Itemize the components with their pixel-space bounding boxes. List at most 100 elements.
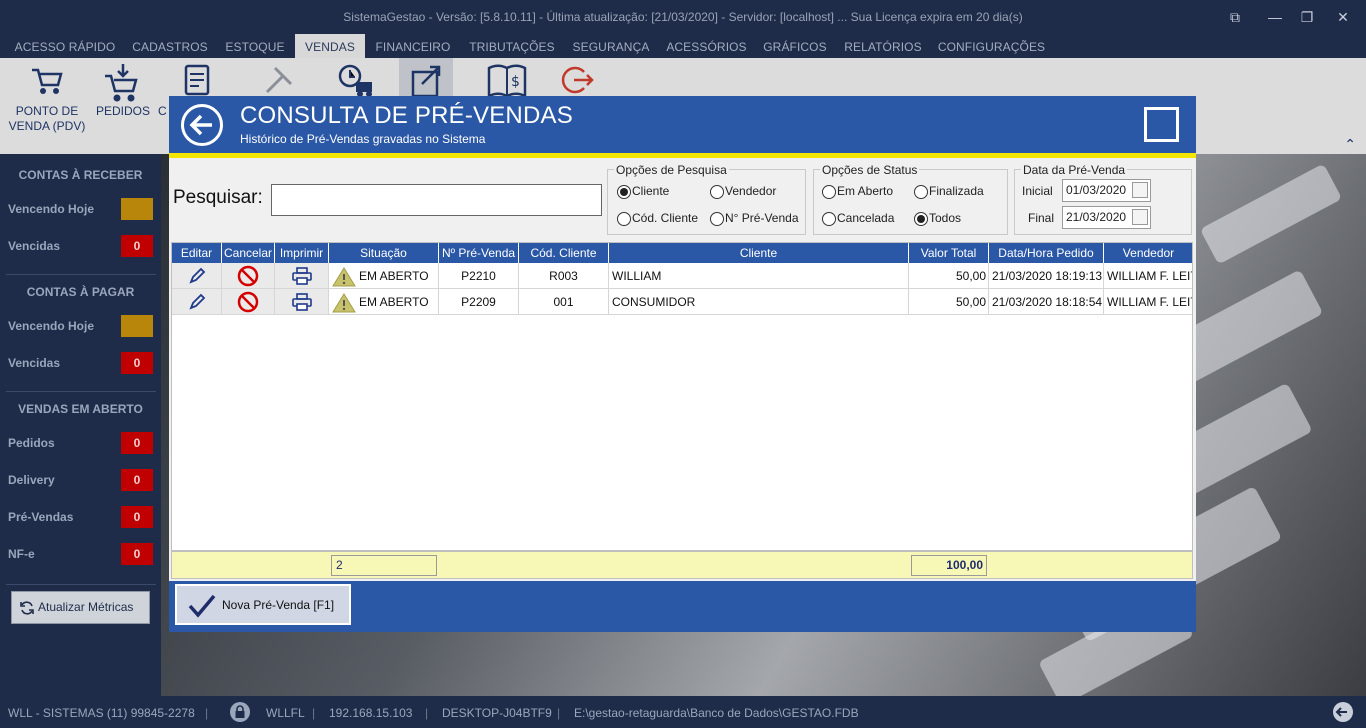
cart-down-icon (105, 64, 138, 102)
pre-vendas-row[interactable]: Pré-Vendas 0 (8, 506, 153, 528)
row-label: Vencidas (8, 356, 61, 370)
tab-cadastros[interactable]: CADASTROS (128, 34, 212, 58)
ribbon-label: VENDA (PDV) (8, 119, 86, 133)
search-input[interactable] (271, 184, 602, 216)
col-header[interactable]: Editar (172, 243, 222, 263)
warning-icon (332, 292, 356, 313)
valor-cell: 50,00 (909, 289, 989, 315)
nfe-row[interactable]: NF-e 0 (8, 543, 153, 565)
data-inicial-field[interactable]: 01/03/2020 (1062, 179, 1151, 202)
tab-configuracoes[interactable]: CONFIGURAÇÕES (936, 34, 1047, 58)
ponto-de-venda-button[interactable]: PONTO DE VENDA (PDV) (6, 58, 88, 154)
title-bar: SistemaGestao - Versão: [5.8.10.11] - Úl… (0, 0, 1366, 34)
col-header[interactable]: Valor Total (909, 243, 989, 263)
edit-button[interactable] (172, 289, 222, 315)
ribbon-label: PONTO DE (15, 104, 79, 118)
col-header[interactable]: Cancelar (222, 243, 275, 263)
count-badge: 0 (121, 315, 153, 337)
vendedor-cell: WILLIAM F. LEIT (1104, 263, 1192, 289)
minimize-button[interactable]: — (1262, 6, 1288, 28)
maximize-dialog-button[interactable] (1144, 107, 1179, 142)
group-title: Opções de Status (820, 163, 920, 177)
pagar-vencidas-row[interactable]: Vencidas 0 (8, 352, 153, 374)
count-badge: 0 (121, 543, 153, 565)
col-header[interactable]: Situação (329, 243, 439, 263)
tab-seguranca[interactable]: SEGURANÇA (568, 34, 654, 58)
final-label: Final (1028, 211, 1055, 225)
numero-cell: P2210 (439, 263, 519, 289)
receber-hoje-row[interactable]: Vencendo Hoje 0 (8, 198, 153, 220)
exit-icon[interactable] (1332, 701, 1354, 726)
cod-cliente-cell: R003 (519, 263, 609, 289)
delivery-row[interactable]: Delivery 0 (8, 469, 153, 491)
col-header[interactable]: Imprimir (275, 243, 329, 263)
chevron-up-icon[interactable]: ⌃ (1344, 136, 1356, 153)
prohibited-icon (237, 265, 259, 287)
arrow-left-icon (189, 114, 212, 136)
edit-button[interactable] (172, 263, 222, 289)
cancel-button[interactable] (222, 289, 275, 315)
row-label: Vencidas (8, 239, 61, 253)
status-ip: 192.168.15.103 (329, 706, 413, 720)
back-button[interactable] (181, 104, 223, 146)
col-header[interactable]: Cliente (609, 243, 909, 263)
col-header[interactable]: Cód. Cliente (519, 243, 609, 263)
valor-cell: 50,00 (909, 263, 989, 289)
group-title: Opções de Pesquisa (614, 163, 729, 177)
tab-acessorios[interactable]: ACESSÓRIOS (664, 34, 749, 58)
divider (6, 584, 156, 585)
pedidos-button[interactable]: PEDIDOS (94, 58, 152, 154)
col-header[interactable]: Data/Hora Pedido (989, 243, 1104, 263)
radio-cod-cliente[interactable]: Cód. Cliente (617, 212, 698, 226)
atualizar-metricas-button[interactable]: Atualizar Métricas (11, 591, 150, 624)
receber-vencidas-row[interactable]: Vencidas 0 (8, 235, 153, 257)
col-header[interactable]: Vendedor (1104, 243, 1192, 263)
cancel-button[interactable] (222, 263, 275, 289)
tab-relatorios[interactable]: RELATÓRIOS (841, 34, 925, 58)
calendar-icon[interactable] (1132, 182, 1148, 198)
close-button[interactable]: ✕ (1330, 6, 1356, 28)
pagar-hoje-row[interactable]: Vencendo Hoje 0 (8, 315, 153, 337)
row-label: Pré-Vendas (8, 510, 74, 524)
cliente-cell: WILLIAM (609, 263, 909, 289)
consulta-pre-vendas-dialog: CONSULTA DE PRÉ-VENDAS Histórico de Pré-… (169, 96, 1196, 632)
restore-icon[interactable]: ⧉ (1222, 6, 1248, 28)
pre-vendas-table: Editar Cancelar Imprimir Situação Nº Pré… (171, 242, 1193, 551)
col-header[interactable]: Nº Pré-Venda (439, 243, 519, 263)
calendar-icon[interactable] (1132, 209, 1148, 225)
tab-acesso-rapido[interactable]: ACESSO RÁPIDO (12, 34, 118, 58)
search-label: Pesquisar: (173, 187, 263, 208)
tab-graficos[interactable]: GRÁFICOS (759, 34, 831, 58)
tab-vendas[interactable]: VENDAS (295, 34, 365, 58)
print-button[interactable] (275, 289, 329, 315)
pedidos-row[interactable]: Pedidos 0 (8, 432, 153, 454)
radio-cancelada[interactable]: Cancelada (822, 212, 894, 226)
data-hora-cell: 21/03/2020 18:18:54 (989, 289, 1104, 315)
nova-pre-venda-button[interactable]: Nova Pré-Venda [F1] (175, 584, 351, 625)
radio-todos[interactable]: Todos (914, 212, 961, 226)
radio-vendedor[interactable]: Vendedor (710, 185, 776, 199)
radio-cliente[interactable]: Cliente (617, 185, 669, 199)
data-final-field[interactable]: 21/03/2020 (1062, 206, 1151, 229)
tab-estoque[interactable]: ESTOQUE (223, 34, 287, 58)
print-button[interactable] (275, 263, 329, 289)
divider (6, 391, 156, 392)
count-badge: 0 (121, 432, 153, 454)
separator: | (312, 706, 316, 720)
export-icon (399, 58, 453, 98)
status-database: E:\gestao-retaguarda\Banco de Dados\GEST… (574, 706, 859, 720)
situacao-cell: EM ABERTO (329, 289, 439, 315)
situacao-text: EM ABERTO (359, 269, 429, 283)
data-pre-venda-group: Data da Pré-Venda Inicial 01/03/2020 Fin… (1014, 163, 1192, 235)
tab-tributacoes[interactable]: TRIBUTAÇÕES (465, 34, 559, 58)
total-value: 100,00 (911, 555, 987, 576)
situacao-cell: EM ABERTO (329, 263, 439, 289)
numero-cell: P2209 (439, 289, 519, 315)
checkmark-icon (188, 594, 216, 618)
tab-financeiro[interactable]: FINANCEIRO (372, 34, 454, 58)
radio-finalizada[interactable]: Finalizada (914, 185, 984, 199)
radio-numero-pre-venda[interactable]: N° Pré-Venda (710, 212, 799, 226)
maximize-button[interactable]: ❐ (1294, 6, 1320, 28)
receber-header: CONTAS À RECEBER (18, 168, 143, 182)
radio-em-aberto[interactable]: Em Aberto (822, 185, 893, 199)
